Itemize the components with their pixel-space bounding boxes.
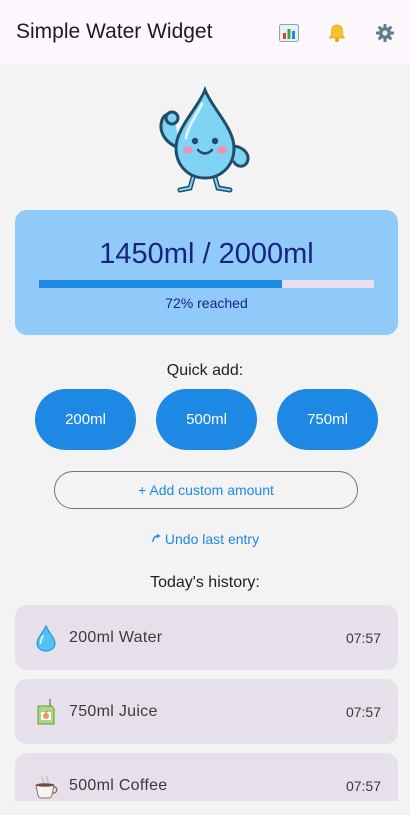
goal-amount: 2000ml: [218, 238, 314, 270]
undo-last-entry-button[interactable]: Undo last entry: [0, 531, 410, 547]
add-custom-amount-button[interactable]: + Add custom amount: [54, 471, 358, 509]
history-item-time: 07:57: [345, 704, 381, 720]
amount-separator: /: [202, 238, 211, 270]
gear-icon[interactable]: [374, 22, 396, 44]
history-item-text: 500ml Coffee: [69, 777, 168, 794]
percent-reached: 72% reached: [165, 295, 248, 311]
progress-card: 1450ml / 2000ml 72% reached: [15, 210, 398, 335]
chart-icon[interactable]: [278, 22, 300, 44]
quick-add-label: Quick add:: [166, 362, 244, 379]
consumed-amount: 1450ml: [99, 238, 195, 270]
progress-bar-fill: [39, 280, 282, 288]
undo-icon: [151, 533, 161, 547]
quick-add-750-button[interactable]: 750ml: [277, 389, 378, 450]
undo-label: Undo last entry: [164, 531, 260, 547]
history-item-time: 07:57: [345, 778, 381, 794]
app-title: Simple Water Widget: [16, 20, 213, 43]
water-drop-icon: [33, 624, 59, 652]
bell-icon[interactable]: [326, 22, 348, 44]
history-item-time: 07:57: [345, 630, 381, 646]
coffee-cup-icon: [33, 772, 59, 800]
intake-amount: 1450ml / 2000ml: [15, 238, 398, 271]
history-item[interactable]: 500ml Coffee 07:57: [15, 753, 398, 801]
history-item[interactable]: 200ml Water 07:57: [15, 605, 398, 670]
app-bar: Simple Water Widget: [0, 0, 410, 64]
quick-add-500-button[interactable]: 500ml: [156, 389, 257, 450]
water-drop-mascot: [150, 85, 260, 196]
history-item[interactable]: 750ml Juice 07:57: [15, 679, 398, 744]
history-item-text: 750ml Juice: [69, 703, 158, 720]
history-list[interactable]: 200ml Water 07:57 750ml Juice 07:57 500m…: [0, 605, 410, 801]
history-item-text: 200ml Water: [69, 629, 163, 646]
add-custom-amount-label: + Add custom amount: [138, 482, 274, 498]
progress-bar: [39, 280, 374, 288]
quick-add-200-button[interactable]: 200ml: [35, 389, 136, 450]
history-label: Today's history:: [150, 574, 260, 591]
juice-box-icon: [33, 698, 59, 726]
